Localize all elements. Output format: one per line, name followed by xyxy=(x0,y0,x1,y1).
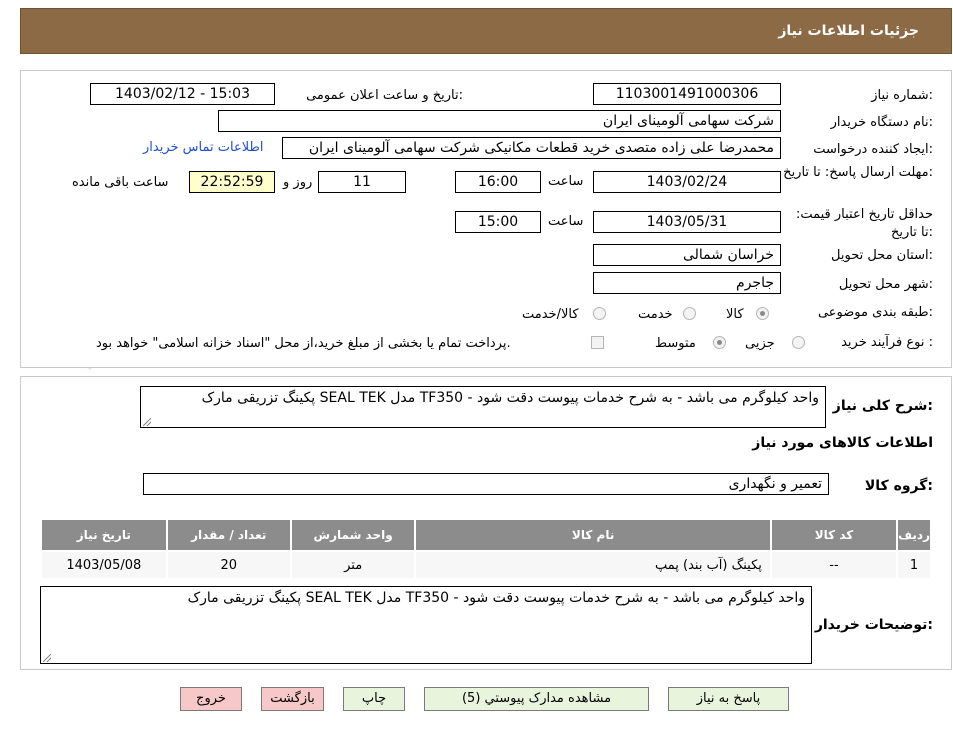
summary-label: شرح کلی نیاز: xyxy=(832,398,933,414)
cell-quantity: 20 xyxy=(165,550,292,580)
print-button[interactable]: چاپ xyxy=(343,687,405,711)
goods-table: تاریخ نیاز تعداد / مقدار واحد شمارش نام … xyxy=(40,518,932,580)
category-goods-label: کالا xyxy=(726,307,744,322)
col-row: ردیف xyxy=(896,518,932,552)
view-attachments-button[interactable]: مشاهده مدارک پیوستي (5) xyxy=(424,687,649,711)
deadline-label: مهلت ارسال پاسخ: تا تاریخ: xyxy=(783,165,933,180)
announce-field: 1403/02/12 - 15:03 xyxy=(90,83,275,105)
days-remaining-field: 11 xyxy=(318,171,406,193)
col-unit: واحد شمارش xyxy=(289,518,417,552)
remaining-label: ساعت باقی مانده xyxy=(72,175,169,190)
buyer-notes-textarea: پکینگ تزریقی مارک SEAL TEK مدل TF350 - و… xyxy=(40,586,812,664)
goods-group-field: تعمیر و نگهداری xyxy=(143,473,829,495)
province-field: خراسان شمالی xyxy=(593,244,781,266)
validity-date-field: 1403/05/31 xyxy=(593,211,781,233)
purchase-medium-label: متوسط xyxy=(655,336,696,351)
resize-grip-icon[interactable] xyxy=(43,654,51,662)
category-label: طبقه بندی موضوعی: xyxy=(817,305,933,320)
buyer-notes-label: توضیحات خریدار: xyxy=(814,617,933,633)
purchase-medium-radio[interactable] xyxy=(713,336,726,349)
cell-unit: متر xyxy=(289,550,417,580)
col-need-date: تاریخ نیاز xyxy=(40,518,168,552)
purchase-type-label: نوع فرآیند خرید : xyxy=(841,335,933,350)
purchase-minor-label: جزیی xyxy=(745,336,775,351)
goods-section-title: اطلاعات کالاهای مورد نیاز xyxy=(752,435,933,451)
col-item-name: نام کالا xyxy=(414,518,772,552)
payment-note: پرداخت تمام یا بخشی از مبلغ خرید،از محل … xyxy=(96,336,511,351)
col-quantity: تعداد / مقدار xyxy=(165,518,292,552)
province-label: استان محل تحویل: xyxy=(831,248,933,263)
reply-button[interactable]: پاسخ به نیاز xyxy=(668,687,789,711)
col-item-code: کد کالا xyxy=(769,518,899,552)
summary-text: پکینگ تزریقی مارک SEAL TEK مدل TF350 - و… xyxy=(201,390,819,406)
purchase-minor-radio[interactable] xyxy=(792,336,805,349)
deadline-date-field: 1403/02/24 xyxy=(593,171,781,193)
remaining-time-field: 22:52:59 xyxy=(189,171,275,193)
days-label: روز و xyxy=(283,175,313,190)
table-row: 1403/05/08 20 متر پکینگ (آب بند) پمپ -- … xyxy=(40,550,932,580)
resize-grip-icon[interactable] xyxy=(143,418,151,426)
category-service-label: خدمت xyxy=(638,307,673,322)
goods-table-header: تاریخ نیاز تعداد / مقدار واحد شمارش نام … xyxy=(40,518,932,552)
cell-item-name: پکینگ (آب بند) پمپ xyxy=(414,550,772,580)
page-title: جزئیات اطلاعات نیاز xyxy=(778,23,919,39)
category-goods-service-radio[interactable] xyxy=(593,307,606,320)
buyer-org-field: شرکت سهامی آلومینای ایران xyxy=(218,110,781,132)
category-goods-radio[interactable] xyxy=(756,307,769,320)
category-goods-service-label: کالا/خدمت xyxy=(522,307,579,322)
deadline-time-field: 16:00 xyxy=(455,171,541,193)
need-number-field: 1103001491000306 xyxy=(593,83,781,105)
validity-label: حداقل تاریخ اعتبار قیمت: تا تاریخ: xyxy=(795,207,933,240)
goods-group-label: گروه کالا: xyxy=(864,478,933,494)
creator-field: محمدرضا علی زاده متصدی خرید قطعات مکانیک… xyxy=(282,137,781,159)
header-bar: جزئیات اطلاعات نیاز xyxy=(20,8,952,54)
cell-row: 1 xyxy=(896,550,932,580)
buyer-notes-text: پکینگ تزریقی مارک SEAL TEK مدل TF350 - و… xyxy=(187,590,805,606)
deadline-time-label: ساعت xyxy=(548,174,584,189)
treasury-payment-checkbox[interactable] xyxy=(591,336,604,349)
summary-textarea: پکینگ تزریقی مارک SEAL TEK مدل TF350 - و… xyxy=(140,386,826,428)
category-service-radio[interactable] xyxy=(683,307,696,320)
announce-label: تاریخ و ساعت اعلان عمومی: xyxy=(306,88,463,103)
validity-time-field: 15:00 xyxy=(455,211,541,233)
city-label: شهر محل تحویل: xyxy=(838,277,933,292)
back-button[interactable]: بازگشت xyxy=(261,687,324,711)
validity-time-label: ساعت xyxy=(548,214,584,229)
buyer-org-label: نام دستگاه خریدار: xyxy=(830,115,933,130)
exit-button[interactable]: خروج xyxy=(180,687,242,711)
creator-label: ایجاد کننده درخواست: xyxy=(813,142,933,157)
need-number-label: شماره نیاز: xyxy=(871,88,933,103)
contact-buyer-link[interactable]: اطلاعات تماس خریدار xyxy=(143,140,263,155)
cell-need-date: 1403/05/08 xyxy=(40,550,168,580)
city-field: جاجرم xyxy=(593,272,781,294)
cell-item-code: -- xyxy=(769,550,899,580)
